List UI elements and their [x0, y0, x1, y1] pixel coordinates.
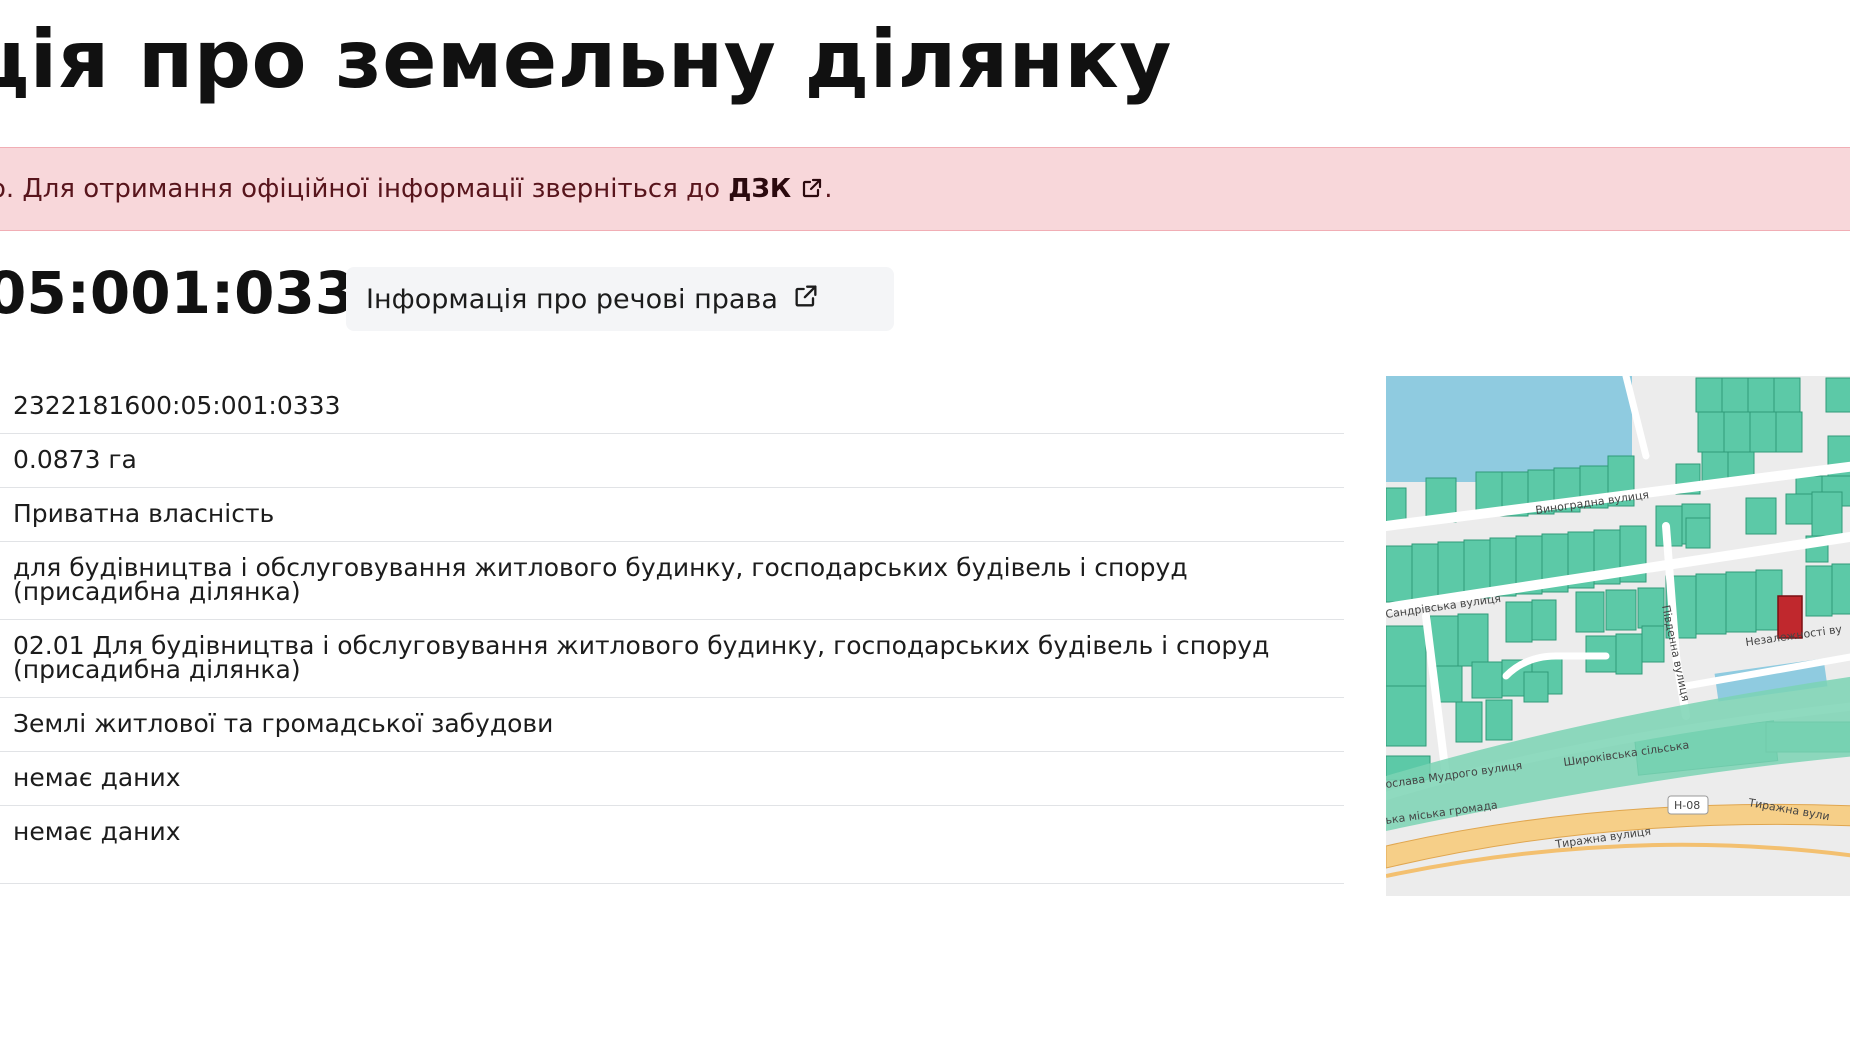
property-rights-button[interactable]: Інформація про речові права — [346, 267, 894, 331]
cadastral-number-heading: 05:001:0333 — [0, 259, 396, 327]
alert-period: . — [824, 174, 833, 204]
external-link-icon — [800, 176, 824, 207]
area-value: 0.0873 га — [13, 445, 137, 474]
table-row: Землі житлової та громадської забудови — [0, 698, 1344, 752]
table-row: 02.01 Для будівництва і обслуговування ж… — [0, 620, 1344, 698]
table-row: для будівництва і обслуговування житлово… — [0, 542, 1344, 620]
parcel-details-table: 2322181600:05:001:0333 0.0873 га Приватн… — [0, 380, 1344, 884]
table-row: 0.0873 га — [0, 434, 1344, 488]
disclaimer-alert: о. Для отримання офіційної інформації зв… — [0, 147, 1850, 231]
map-label: Н-08 — [1674, 799, 1700, 812]
table-row: немає даних — [0, 752, 1344, 806]
map-canvas[interactable]: Виноградна вулиця Сандрівська вулиця Пів… — [1386, 376, 1850, 896]
alert-message: о. Для отримання офіційної інформації зв… — [0, 174, 729, 204]
table-row: немає даних — [0, 806, 1344, 884]
purpose-code-value: 02.01 Для будівництва і обслуговування ж… — [13, 631, 1270, 684]
alert-text: о. Для отримання офіційної інформації зв… — [0, 174, 832, 207]
table-row: 2322181600:05:001:0333 — [0, 380, 1344, 434]
external-link-icon — [792, 282, 820, 317]
page-title: ція про земельну ділянку — [0, 13, 1172, 106]
purpose-value: для будівництва і обслуговування житлово… — [13, 553, 1188, 606]
cadastral-number-value: 2322181600:05:001:0333 — [13, 391, 341, 420]
table-row: Приватна власність — [0, 488, 1344, 542]
dzk-link[interactable]: ДЗК — [728, 174, 824, 204]
property-rights-label: Інформація про речові права — [366, 283, 778, 315]
dzk-link-label: ДЗК — [728, 174, 792, 204]
parcel-map[interactable]: Виноградна вулиця Сандрівська вулиця Пів… — [1386, 376, 1850, 896]
no-data-value: немає даних — [13, 817, 181, 846]
category-value: Землі житлової та громадської забудови — [13, 709, 554, 738]
no-data-value: немає даних — [13, 763, 181, 792]
ownership-value: Приватна власність — [13, 499, 275, 528]
page: ція про земельну ділянку о. Для отриманн… — [0, 0, 1850, 1040]
